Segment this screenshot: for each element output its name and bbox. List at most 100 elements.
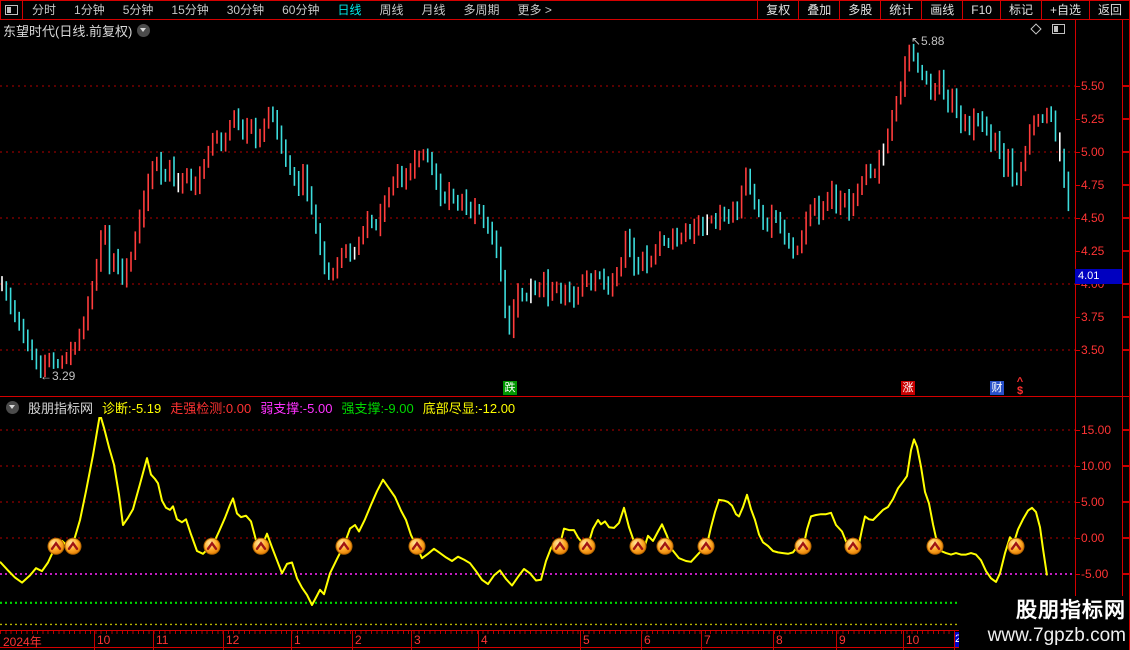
indicator-chart[interactable] [0,417,1075,630]
edge-tick [1123,537,1129,539]
timeframe-tab-周线[interactable]: 周线 [370,1,412,19]
signal-marker [845,538,861,554]
date-label: 8 [776,633,783,647]
price-axis-label: 4.25 [1081,244,1121,258]
date-separator [641,630,642,648]
date-separator [478,630,479,648]
timeframe-tab-多周期[interactable]: 多周期 [455,1,509,19]
axis-tick [1075,574,1080,575]
timeframe-tab-月线[interactable]: 月线 [413,1,455,19]
signal-marker [409,538,425,554]
signal-marker [336,538,352,554]
current-price-tag: 4.01 [1075,269,1122,284]
candlestick-chart[interactable] [0,20,1075,397]
timeframe-tab-更多 >[interactable]: 更多 > [509,1,561,19]
signal-marker [927,538,943,554]
edge-tick [1123,465,1129,467]
signal-marker [65,538,81,554]
axis-tick [1075,185,1080,186]
price-axis-label: 5.25 [1081,112,1121,126]
edge-tick [1123,283,1129,285]
indicator-header-item: 诊断:-5.19 [102,398,161,417]
marker-badge-涨: 涨 [901,381,915,395]
indicator-chevron-icon[interactable] [6,401,19,414]
toolbar-button-标记[interactable]: 标记 [1000,1,1041,19]
timeframe-tab-30分钟[interactable]: 30分钟 [218,1,273,19]
signal-marker [552,538,568,554]
toolbar-button-返回[interactable]: 返回 [1089,1,1130,19]
toolbar-button-叠加[interactable]: 叠加 [798,1,839,19]
low-annotation: ←3.29 [40,369,75,383]
date-label: 10 [906,633,919,647]
toolbar-right-buttons: 复权叠加多股统计画线F10标记+自选返回 [757,1,1130,19]
indicator-header-item: 弱支撑:-5.00 [260,398,332,417]
edge-tick [1123,118,1129,120]
signal-marker [48,538,64,554]
date-label: 4 [481,633,488,647]
date-label: 5 [583,633,590,647]
axis-tick [1075,152,1080,153]
watermark: 股朋指标网 www.7gpzb.com [959,596,1129,650]
price-axis-label: 4.50 [1081,211,1121,225]
toolbar-button-+自选[interactable]: +自选 [1041,1,1089,19]
date-separator [411,630,412,648]
date-label: 7 [704,633,711,647]
axis-tick [1075,430,1080,431]
price-axis-label: 3.75 [1081,310,1121,324]
axis-tick [1075,317,1080,318]
toolbar-button-多股[interactable]: 多股 [839,1,880,19]
marker-badge-跌: 跌 [503,381,517,395]
watermark-site-name: 股朋指标网 [959,598,1126,624]
date-separator [836,630,837,648]
date-separator [223,630,224,648]
price-axis-label: 5.50 [1081,79,1121,93]
indicator-axis-label: 0.00 [1081,531,1121,545]
date-separator [903,630,904,648]
edge-tick [1123,429,1129,431]
indicator-axis-label: 15.00 [1081,423,1121,437]
date-separator [291,630,292,648]
timeframe-tab-1分钟[interactable]: 1分钟 [65,1,114,19]
signal-marker [698,538,714,554]
timeframe-tab-60分钟[interactable]: 60分钟 [273,1,328,19]
date-label: 12 [226,633,239,647]
edge-tick [1123,573,1129,575]
date-separator [352,630,353,648]
axis-tick [1075,218,1080,219]
trading-app-window: 分时1分钟5分钟15分钟30分钟60分钟日线周线月线多周期更多 > 复权叠加多股… [0,0,1130,650]
timeframe-tab-日线[interactable]: 日线 [328,1,370,19]
axis-tick [1075,251,1080,252]
timeframe-tabs: 分时1分钟5分钟15分钟30分钟60分钟日线周线月线多周期更多 > [23,1,561,19]
dollar-badge: ^$ [1015,378,1025,396]
indicator-axis-label: 5.00 [1081,495,1121,509]
indicator-axis-label: -5.00 [1081,567,1121,581]
timeframe-tab-分时[interactable]: 分时 [23,1,65,19]
axis-tick [1075,284,1080,285]
indicator-axis-label: 10.00 [1081,459,1121,473]
toolbar-button-复权[interactable]: 复权 [757,1,798,19]
edge-tick [1123,217,1129,219]
date-label: 2024年 [3,633,42,650]
indicator-header-item: 股朋指标网 [28,398,93,417]
date-separator [580,630,581,648]
date-label: 6 [644,633,651,647]
date-label: 9 [839,633,846,647]
date-separator [94,630,95,648]
watermark-url: www.7gpzb.com [959,624,1126,648]
top-toolbar: 分时1分钟5分钟15分钟30分钟60分钟日线周线月线多周期更多 > 复权叠加多股… [0,0,1130,20]
axis-tick [1075,538,1080,539]
toolbar-button-统计[interactable]: 统计 [880,1,921,19]
timeframe-tab-5分钟[interactable]: 5分钟 [114,1,163,19]
panel-toggle-icon [5,5,18,15]
date-label: 2 [355,633,362,647]
toolbar-button-F10[interactable]: F10 [962,1,1000,19]
timeframe-tab-15分钟[interactable]: 15分钟 [162,1,217,19]
panel-toggle-button[interactable] [1,1,23,19]
date-label: 11 [156,633,168,647]
indicator-header-item: 强支撑:-9.00 [341,398,413,417]
date-separator [701,630,702,648]
price-axis-label: 4.75 [1081,178,1121,192]
signal-marker [579,538,595,554]
toolbar-button-画线[interactable]: 画线 [921,1,962,19]
indicator-values: 股朋指标网诊断:-5.19走强检测:0.00弱支撑:-5.00强支撑:-9.00… [28,398,515,417]
